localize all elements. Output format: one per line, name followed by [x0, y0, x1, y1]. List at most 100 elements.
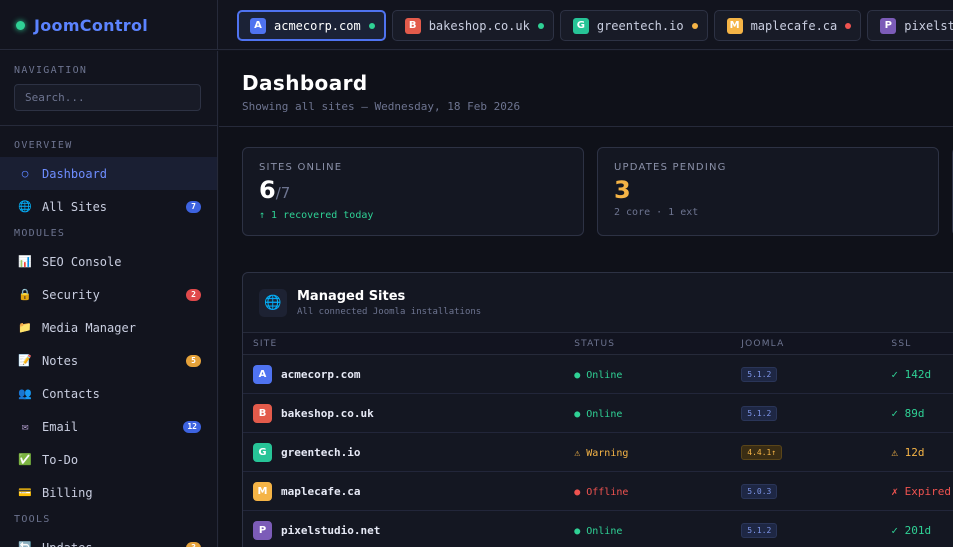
table-row[interactable]: Mmaplecafe.ca ● Offline 5.0.3 ✗ Expired: [243, 472, 953, 511]
ssl-status: ✓ 142d: [891, 367, 932, 381]
page-title: Dashboard: [242, 71, 368, 95]
sidebar-item-email[interactable]: ✉ Email 12: [0, 410, 217, 443]
site-cell: Ggreentech.io: [243, 442, 574, 462]
version-badge: 4.4.1↑: [741, 444, 783, 460]
site-name[interactable]: pixelstudio.net: [281, 524, 380, 537]
stat-note: 2 core · 1 ext: [614, 207, 699, 218]
stat-card: UPDATES PENDING 3 2 core · 1 ext: [597, 147, 939, 236]
sidebar-item-to-do[interactable]: ✅ To-Do: [0, 443, 217, 476]
sidebar-item-label: SEO Console: [42, 254, 122, 269]
site-tab[interactable]: Ggreentech.io: [559, 10, 708, 41]
column-header-status[interactable]: STATUS: [574, 339, 741, 349]
sidebar-item-all-sites[interactable]: 🌐 All Sites 7: [0, 190, 217, 223]
count-badge: 5: [186, 354, 201, 367]
site-tab-label: pixelstudio: [904, 18, 953, 33]
site-name[interactable]: greentech.io: [281, 446, 360, 459]
ssl-status: ✗ Expired: [891, 484, 952, 498]
column-header-site[interactable]: SITE: [243, 339, 574, 349]
search-input[interactable]: [14, 84, 201, 111]
site-tabs: Aacmecorp.com Bbakeshop.co.uk Ggreentech.i…: [237, 10, 953, 41]
dashboard-icon: ○: [21, 167, 29, 180]
sidebar-item-label: Notes: [42, 353, 79, 368]
status-cell: ● Online: [574, 407, 741, 420]
ssl-cell: ⚠ 12d: [891, 446, 953, 459]
status-badge: ● Online: [574, 408, 623, 420]
count-badge: 2: [186, 288, 201, 301]
ssl-status: ⚠ 12d: [891, 445, 925, 459]
site-letter-icon: A: [250, 17, 266, 34]
table-row[interactable]: Ggreentech.io ⚠ Warning 4.4.1↑ ⚠ 12d: [243, 433, 953, 472]
sidebar-item-seo-console[interactable]: 📊 SEO Console: [0, 245, 217, 278]
refresh-icon: 🔄: [18, 541, 32, 547]
sidebar-item-label: All Sites: [42, 199, 108, 214]
site-letter-icon: B: [404, 17, 421, 34]
sidebar-item-label: Contacts: [42, 386, 100, 401]
table-row[interactable]: Aacmecorp.com ● Online 5.1.2 ✓ 142d: [243, 355, 953, 394]
section-label-tools: TOOLS: [14, 514, 51, 525]
notes-icon: 📝: [18, 354, 32, 367]
site-letter-icon: M: [253, 481, 272, 501]
count-badge: 12: [183, 420, 201, 433]
status-dot-icon: [368, 22, 375, 29]
site-tab[interactable]: Ppixelstudio: [867, 10, 953, 41]
site-cell: Aacmecorp.com: [243, 364, 574, 384]
stat-number: 6: [259, 176, 276, 204]
ssl-status: ✓ 201d: [891, 523, 932, 537]
sidebar-item-label: Security: [42, 287, 100, 302]
checkbox-icon: ✅: [18, 453, 32, 466]
ssl-cell: ✓ 142d: [891, 368, 953, 381]
site-name[interactable]: acmecorp.com: [281, 368, 360, 381]
status-cell: ● Offline: [574, 485, 741, 498]
joomla-cell: 5.1.2: [741, 366, 891, 382]
sidebar-item-updates[interactable]: 🔄 Updates 3: [0, 531, 217, 547]
site-name[interactable]: maplecafe.ca: [281, 485, 360, 498]
column-header-ssl[interactable]: SSL: [891, 339, 953, 349]
ssl-cell: ✓ 201d: [891, 524, 953, 537]
site-tab[interactable]: Aacmecorp.com: [237, 10, 386, 41]
folder-icon: 📁: [18, 321, 32, 334]
site-name[interactable]: bakeshop.co.uk: [281, 407, 374, 420]
credit-card-icon: 💳: [18, 486, 32, 499]
stat-note: ↑ 1 recovered today: [259, 210, 374, 221]
panel-title: Managed Sites: [297, 288, 406, 304]
sidebar: NAVIGATION OVERVIEW ○ Dashboard 🌐 All Sites…: [0, 51, 218, 547]
site-letter-icon: G: [253, 442, 272, 462]
envelope-icon: ✉: [21, 420, 29, 433]
site-letter-icon: P: [880, 17, 897, 34]
site-tab[interactable]: Mmaplecafe.ca: [713, 10, 862, 41]
site-tab-label: maplecafe.ca: [750, 18, 838, 33]
column-header-joomla[interactable]: JOOMLA: [741, 339, 891, 349]
site-tab[interactable]: Bbakeshop.co.uk: [391, 10, 554, 41]
table-header: SITE STATUS JOOMLA SSL: [243, 333, 953, 355]
stat-value: 3: [614, 177, 922, 203]
joomla-cell: 5.1.2: [741, 522, 891, 538]
page-subtitle: Showing all sites — Wednesday, 18 Feb 20…: [242, 100, 521, 113]
version-badge: 5.1.2: [741, 366, 778, 382]
sidebar-item-contacts[interactable]: 👥 Contacts: [0, 377, 217, 410]
joomla-cell: 4.4.1↑: [741, 444, 891, 460]
status-badge: ● Offline: [574, 486, 629, 498]
table-row[interactable]: Ppixelstudio.net ● Online 5.1.2 ✓ 201d: [243, 511, 953, 547]
site-tab-label: acmecorp.com: [274, 18, 361, 33]
navigation-label: NAVIGATION: [14, 65, 88, 76]
sidebar-item-label: Billing: [42, 485, 93, 500]
status-badge: ⚠ Warning: [574, 447, 629, 459]
table-row[interactable]: Bbakeshop.co.uk ● Online 5.1.2 ✓ 89d: [243, 394, 953, 433]
status-cell: ⚠ Warning: [574, 446, 741, 459]
status-cell: ● Online: [574, 524, 741, 537]
sidebar-item-security[interactable]: 🔒 Security 2: [0, 278, 217, 311]
site-letter-icon: G: [572, 17, 589, 34]
section-label-modules: MODULES: [14, 228, 66, 239]
lock-icon: 🔒: [18, 288, 32, 301]
sidebar-item-billing[interactable]: 💳 Billing: [0, 476, 217, 509]
brand[interactable]: JoomControl: [0, 0, 218, 50]
sidebar-item-media-manager[interactable]: 📁 Media Manager: [0, 311, 217, 344]
status-dot-icon: [16, 20, 25, 30]
sidebar-item-dashboard[interactable]: ○ Dashboard: [0, 157, 217, 190]
stat-number: 3: [614, 176, 631, 204]
stat-card: SITES ONLINE 6/7 ↑ 1 recovered today: [242, 147, 584, 236]
sidebar-item-label: Media Manager: [42, 320, 136, 335]
stat-label: UPDATES PENDING: [614, 162, 727, 173]
sidebar-item-notes[interactable]: 📝 Notes 5: [0, 344, 217, 377]
chart-icon: 📊: [18, 255, 32, 268]
